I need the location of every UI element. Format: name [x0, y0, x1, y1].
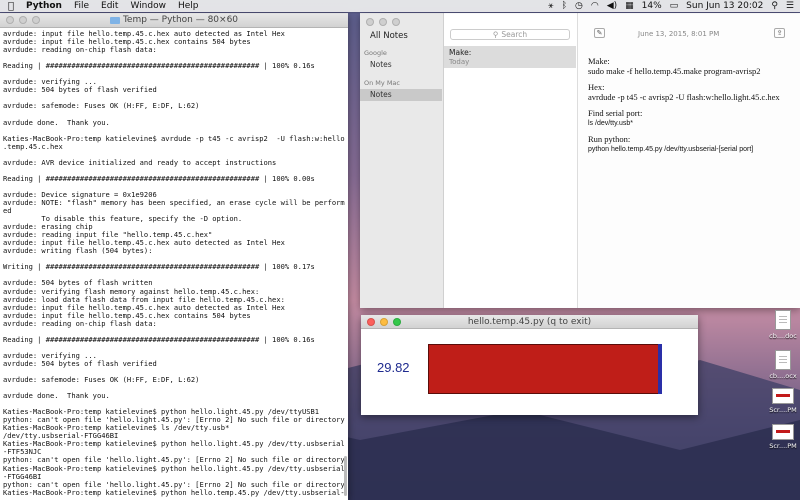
- note-heading: Run python:: [588, 134, 631, 144]
- terminal-line: FTGG46BI: [3, 496, 346, 498]
- menu-file[interactable]: File: [74, 1, 89, 11]
- python-window[interactable]: hello.temp.45.py (q to exit) 29.82: [361, 315, 698, 415]
- account-label-google: Google: [364, 49, 387, 57]
- minimize-button[interactable]: [19, 16, 27, 24]
- screenshot-icon: [772, 424, 794, 440]
- flag-icon[interactable]: ▦: [625, 1, 634, 11]
- terminal-line: avrdude: reading on-chip flash data:: [3, 45, 157, 55]
- compose-icon[interactable]: ✎: [594, 28, 605, 38]
- note-heading: Find serial port:: [588, 108, 643, 118]
- notification-center-icon[interactable]: ☰: [786, 1, 794, 11]
- temperature-bar: [428, 344, 660, 394]
- zoom-button[interactable]: [393, 318, 401, 326]
- spotlight-icon[interactable]: ⚲: [771, 1, 778, 11]
- terminal-line: avrdude: NOTE: "flash" memory has been s…: [3, 197, 345, 207]
- note-timestamp: June 13, 2015, 8:01 PM: [638, 30, 720, 38]
- close-button[interactable]: [366, 18, 374, 26]
- terminal-output[interactable]: avrdude: input file hello.temp.45.c.hex …: [0, 28, 348, 498]
- terminal-scrollbar[interactable]: [344, 456, 347, 496]
- terminal-line: avrdude done. Thank you.: [3, 391, 110, 401]
- time-machine-icon[interactable]: ◷: [575, 1, 583, 11]
- apple-menu-icon[interactable]: : [8, 1, 14, 12]
- document-icon: [775, 350, 791, 370]
- terminal-line: avrdude: 504 bytes of flash verified: [3, 358, 157, 368]
- account-label-on-my-mac: On My Mac: [364, 79, 400, 87]
- notes-window[interactable]: All Notes Google Notes On My Mac Notes ⚲…: [360, 13, 800, 308]
- wifi-icon[interactable]: ◠: [591, 1, 599, 11]
- document-icon: [775, 310, 791, 330]
- menu-window[interactable]: Window: [130, 1, 166, 11]
- note-text: ls /dev/tty.usb*: [588, 119, 634, 127]
- note-title: Make:: [449, 48, 472, 57]
- python-titlebar[interactable]: hello.temp.45.py (q to exit): [361, 315, 698, 329]
- terminal-title: Temp — Python — 80×60: [122, 15, 239, 25]
- terminal-line: avrdude: 504 bytes of flash verified: [3, 85, 157, 95]
- zoom-button[interactable]: [32, 16, 40, 24]
- status-logo-icon[interactable]: ⚹: [548, 1, 553, 11]
- terminal-line: Reading | ##############################…: [3, 173, 315, 183]
- terminal-line: avrdude: AVR device initialized and read…: [3, 157, 277, 167]
- close-button[interactable]: [6, 16, 14, 24]
- all-notes-item[interactable]: All Notes: [370, 31, 408, 41]
- terminal-line: Katies-MacBook-Pro:temp katielevine$ pyt…: [3, 487, 345, 497]
- terminal-line: avrdude: safemode: Fuses OK (H:FF, E:DF,…: [3, 375, 200, 385]
- note-editor[interactable]: ✎ June 13, 2015, 8:01 PM ⇪ Make: sudo ma…: [578, 13, 800, 308]
- terminal-line: Katies-MacBook-Pro:temp katielevine$ pyt…: [3, 463, 345, 473]
- screenshot-icon: [772, 388, 794, 404]
- desktop-icon-label: cb....doc: [769, 332, 797, 340]
- terminal-line: .temp.45.c.hex: [3, 141, 63, 151]
- folder-icon: [109, 16, 120, 24]
- sidebar-item-google-notes[interactable]: Notes: [360, 59, 442, 71]
- terminal-line: Katies-MacBook-Pro:temp katielevine$ pyt…: [3, 439, 345, 449]
- desktop-icon-screenshot[interactable]: Scr....PM: [758, 424, 800, 450]
- search-input[interactable]: ⚲ Search: [450, 29, 570, 40]
- menu-bar:  Python File Edit Window Help ⚹ ᛒ ◷ ◠ ◀…: [0, 0, 800, 12]
- terminal-line: avrdude: writing flash (504 bytes):: [3, 246, 153, 256]
- terminal-line: Reading | ##############################…: [3, 334, 315, 344]
- volume-icon[interactable]: ◀): [607, 1, 617, 11]
- menu-help[interactable]: Help: [178, 1, 199, 11]
- terminal-titlebar[interactable]: Temp — Python — 80×60: [0, 13, 348, 28]
- search-placeholder: Search: [501, 30, 528, 39]
- terminal-line: avrdude: safemode: Fuses OK (H:FF, E:DF,…: [3, 101, 200, 111]
- desktop-icon-doc[interactable]: cb....doc: [758, 310, 800, 340]
- notes-list: ⚲ Search Make: Today: [444, 13, 578, 308]
- terminal-line: Writing | ##############################…: [3, 262, 315, 272]
- sidebar-item-mac-notes[interactable]: Notes: [360, 89, 442, 101]
- close-button[interactable]: [367, 318, 375, 326]
- terminal-line: Reading | ##############################…: [3, 61, 315, 71]
- note-text: sudo make -f hello.temp.45.make program-…: [588, 65, 761, 76]
- terminal-line: avrdude: reading on-chip flash data:: [3, 318, 157, 328]
- note-text: python hello.temp.45.py /dev/tty.usbseri…: [588, 145, 754, 153]
- desktop-icon-label: Scr....PM: [769, 406, 797, 414]
- desktop-icon-screenshot[interactable]: Scr....PM: [758, 388, 800, 414]
- note-text: avrdude -p t45 -c avrisp2 -U flash:w:hel…: [588, 91, 780, 102]
- search-icon: ⚲: [492, 30, 499, 39]
- menu-edit[interactable]: Edit: [101, 1, 118, 11]
- battery-percent[interactable]: 14%: [642, 1, 662, 11]
- desktop-icon-label: cb....ocx: [769, 372, 797, 380]
- note-body[interactable]: Make: sudo make -f hello.temp.45.make pr…: [588, 56, 798, 161]
- clock[interactable]: Sun Jun 13 20:02: [686, 1, 763, 11]
- share-icon[interactable]: ⇪: [774, 28, 785, 38]
- zoom-button[interactable]: [392, 18, 400, 26]
- note-date: Today: [449, 58, 470, 66]
- battery-icon[interactable]: ▭: [670, 1, 679, 11]
- desktop-icon-label: Scr....PM: [769, 442, 797, 450]
- python-window-title: hello.temp.45.py (q to exit): [467, 316, 592, 327]
- list-item[interactable]: Make: Today: [444, 46, 576, 68]
- terminal-window[interactable]: Temp — Python — 80×60 avrdude: input fil…: [0, 13, 348, 500]
- minimize-button[interactable]: [380, 318, 388, 326]
- bluetooth-icon[interactable]: ᛒ: [562, 1, 567, 11]
- temperature-bar-remainder: [658, 344, 662, 394]
- notes-sidebar: All Notes Google Notes On My Mac Notes: [360, 13, 444, 308]
- minimize-button[interactable]: [379, 18, 387, 26]
- menu-app-name[interactable]: Python: [26, 1, 62, 11]
- temperature-value: 29.82: [377, 360, 410, 375]
- desktop-icon-docx[interactable]: cb....ocx: [758, 350, 800, 380]
- terminal-line: avrdude done. Thank you.: [3, 117, 110, 127]
